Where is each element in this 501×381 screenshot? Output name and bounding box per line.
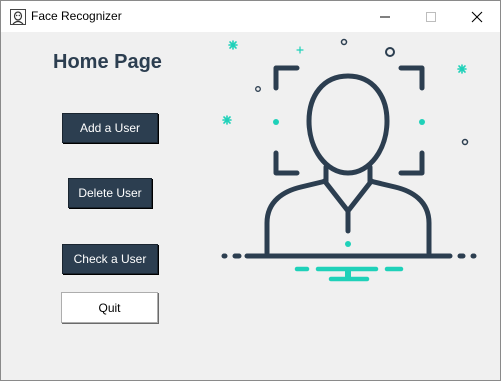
add-user-button[interactable]: Add a User [62,113,158,143]
minimize-icon [380,16,390,17]
face-app-icon [10,9,26,25]
close-button[interactable] [454,1,500,32]
window-title: Face Recognizer [31,9,122,23]
sparkle-icon [296,46,304,54]
delete-user-button[interactable]: Delete User [68,178,152,208]
title-bar[interactable]: Face Recognizer [1,1,500,32]
maximize-button[interactable] [408,1,454,32]
sparkle-icon [222,115,232,125]
quit-button[interactable]: Quit [61,292,158,323]
minimize-button[interactable] [362,1,408,32]
maximize-icon [426,11,436,22]
close-icon [471,11,483,22]
page-title: Home Page [53,51,162,73]
check-user-button[interactable]: Check a User [62,244,158,274]
app-window: Face Recognizer Home Page Add a User Del… [0,0,501,381]
sparkle-icon [457,64,467,74]
face-scan-illustration [221,38,477,282]
sparkle-icon [228,40,238,50]
